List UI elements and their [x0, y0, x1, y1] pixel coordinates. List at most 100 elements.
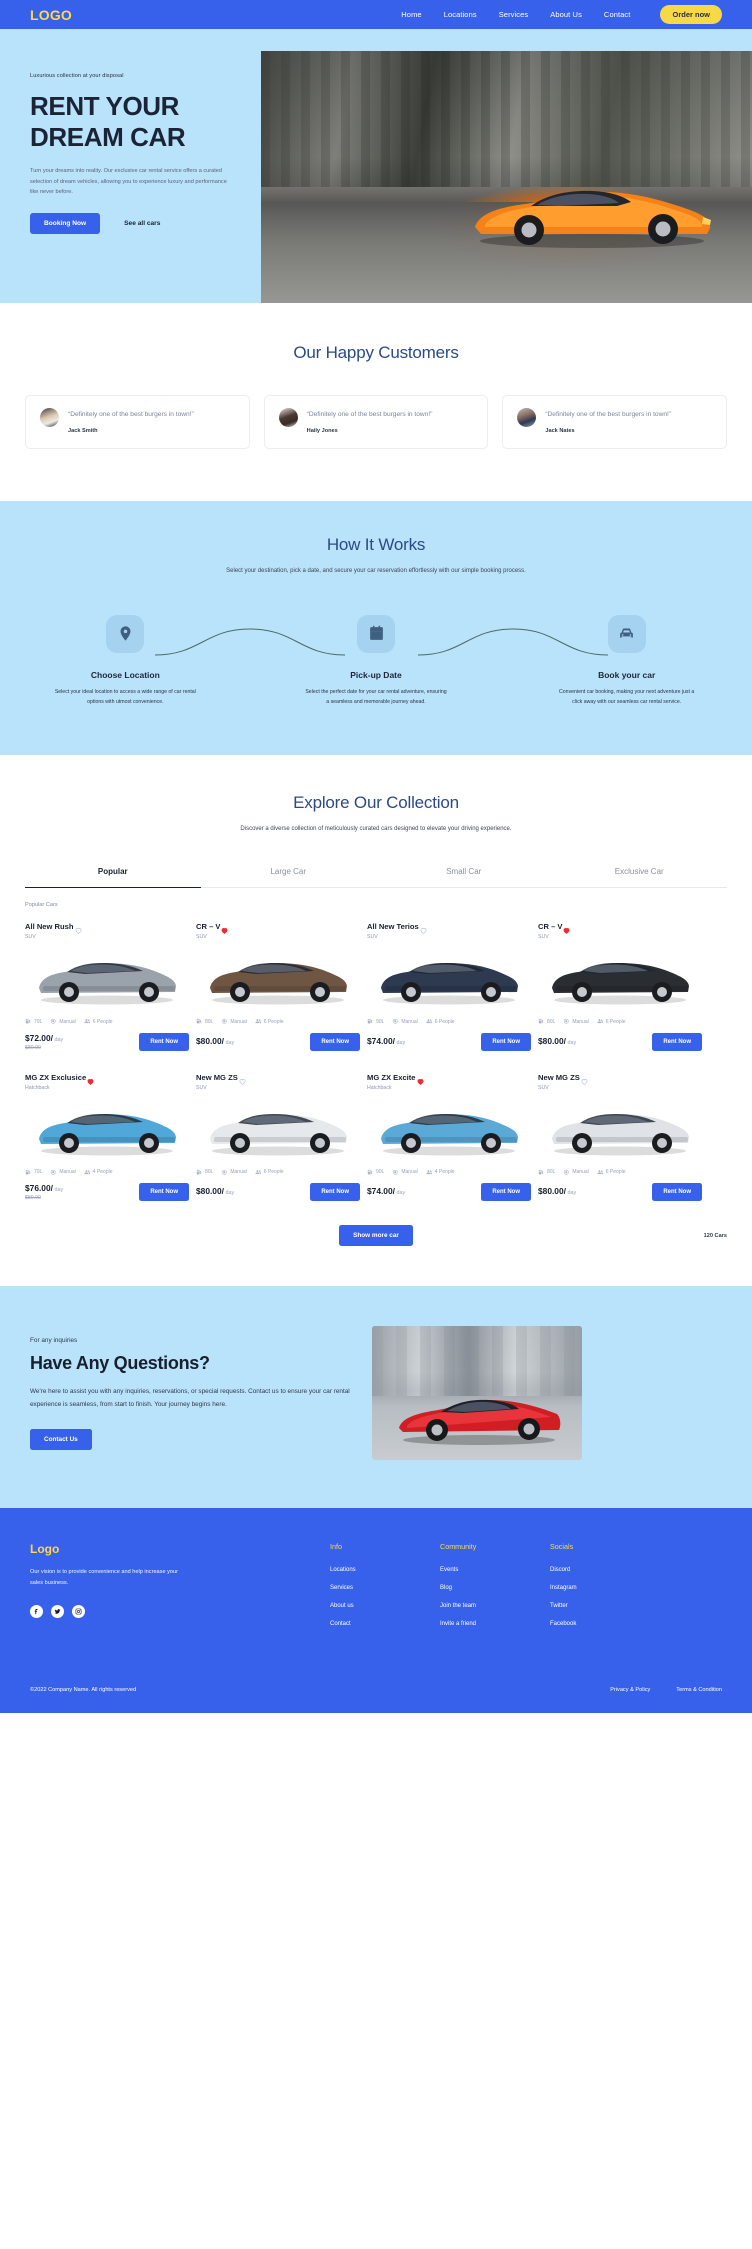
footer-column-title: Socials [550, 1542, 574, 1552]
nav-item-services[interactable]: Services [499, 10, 529, 19]
favorite-heart-icon[interactable] [74, 922, 83, 940]
footer-vision: Our vision is to provide convenience and… [30, 1569, 179, 1587]
footer-link-services[interactable]: Services [330, 1585, 440, 1591]
car-grid: All New Rush SUV 70L Manual 6 People $72.00/ … [0, 908, 752, 1209]
favorite-heart-icon[interactable] [238, 1073, 247, 1091]
favorite-heart-icon[interactable] [419, 922, 428, 940]
car-name-block: MG ZX Exclusice Hatchback [25, 1073, 86, 1091]
twitter-icon[interactable] [51, 1605, 64, 1619]
hero-sports-car-illustration [475, 190, 712, 248]
car-name-block: All New Terios SUV [367, 922, 419, 940]
tab-popular[interactable]: Popular [25, 867, 201, 889]
car-card: CR – V SUV 80L Manual 6 People $80.00/ day Ren… [538, 908, 702, 1059]
order-now-button[interactable]: Order now [660, 5, 722, 24]
car-type: SUV [367, 934, 378, 941]
booking-now-button[interactable]: Booking Now [30, 213, 101, 235]
car-price-row: $80.00/ day Rent Now [196, 1032, 360, 1051]
footer-link-locations[interactable]: Locations [330, 1567, 440, 1573]
spec-transmission: Manual [221, 1018, 247, 1025]
spec-transmission: Manual [563, 1169, 589, 1176]
see-all-cars-button[interactable]: See all cars [124, 220, 160, 227]
spec-fuel: 70L [25, 1169, 42, 1176]
questions-description: We're here to assist you with any inquir… [30, 1387, 350, 1408]
rent-now-button[interactable]: Rent Now [310, 1032, 360, 1051]
footer-link-about-us[interactable]: About us [330, 1603, 440, 1609]
favorite-heart-icon[interactable] [416, 1073, 425, 1091]
footer-link-instagram[interactable]: Instagram [550, 1585, 660, 1591]
rent-now-button[interactable]: Rent Now [652, 1183, 702, 1202]
car-type: SUV [196, 934, 207, 941]
rent-now-button[interactable]: Rent Now [481, 1032, 531, 1051]
car-card-header: New MG ZS SUV [538, 1073, 702, 1091]
nav-item-locations[interactable]: Locations [444, 10, 477, 19]
terms-condition-link[interactable]: Terms & Condition [676, 1687, 722, 1693]
privacy-policy-link[interactable]: Privacy & Policy [610, 1687, 650, 1693]
tab-small-car[interactable]: Small Car [376, 867, 552, 887]
hero-content: Luxurious collection at your disposal RE… [0, 29, 261, 303]
car-card-header: MG ZX Excite Hatchback [367, 1073, 531, 1091]
spec-transmission-value: Manual [230, 1018, 247, 1025]
spec-fuel-value: 80L [547, 1169, 556, 1175]
footer-logo[interactable]: Logo [30, 1542, 330, 1556]
legal-links: Privacy & Policy Terms & Condition [610, 1687, 722, 1693]
footer-link-blog[interactable]: Blog [440, 1585, 550, 1591]
car-card: New MG ZS SUV 80L Manual 6 People $80.00/ day… [196, 1059, 360, 1210]
spec-capacity: 6 People [597, 1018, 626, 1025]
nav-item-home[interactable]: Home [401, 10, 421, 19]
spec-capacity-value: 4 People [92, 1169, 113, 1175]
nav-item-contact[interactable]: Contact [604, 10, 631, 19]
hero-title: RENT YOUR DREAM CAR [30, 91, 261, 152]
footer-link-facebook[interactable]: Facebook [550, 1621, 660, 1627]
testimonial-author: Haily Jones [306, 427, 338, 434]
rent-now-button[interactable]: Rent Now [139, 1032, 189, 1051]
spec-capacity-value: 6 People [434, 1018, 455, 1025]
spec-transmission: Manual [392, 1169, 418, 1176]
favorite-heart-icon[interactable] [86, 1073, 95, 1091]
facebook-icon[interactable] [30, 1605, 43, 1619]
calendar-icon [357, 614, 395, 653]
tab-large-car[interactable]: Large Car [201, 867, 377, 887]
testimonial-author: Jack Smith [68, 427, 98, 434]
show-more-car-button[interactable]: Show more car [339, 1225, 413, 1247]
spec-fuel: 80L [538, 1169, 555, 1176]
favorite-heart-icon[interactable] [220, 922, 229, 940]
collection-title: Explore Our Collection [293, 793, 459, 813]
car-specs: 80L Manual 6 People [538, 1016, 702, 1025]
spec-capacity: 6 People [84, 1018, 113, 1025]
car-photo [25, 952, 189, 1008]
favorite-heart-icon[interactable] [562, 922, 571, 940]
nav-item-about-us[interactable]: About Us [550, 10, 582, 19]
car-name: CR – V [538, 922, 563, 932]
instagram-icon[interactable] [72, 1605, 85, 1619]
car-price-block: $76.00/ day $80.00 [25, 1183, 63, 1201]
red-sports-car-illustration [399, 1399, 561, 1445]
tab-exclusive-car[interactable]: Exclusive Car [552, 867, 728, 887]
rent-now-button[interactable]: Rent Now [652, 1032, 702, 1051]
footer-link-invite-a-friend[interactable]: Invite a friend [440, 1621, 550, 1627]
site-logo[interactable]: LOGO [30, 7, 72, 23]
contact-us-button[interactable]: Contact Us [30, 1428, 92, 1450]
spec-transmission-value: Manual [401, 1169, 418, 1175]
favorite-heart-icon[interactable] [580, 1073, 589, 1091]
car-price: $74.00/ day [367, 1035, 406, 1046]
footer-link-twitter[interactable]: Twitter [550, 1603, 660, 1609]
car-photo [25, 1103, 189, 1159]
rent-now-button[interactable]: Rent Now [310, 1183, 360, 1202]
car-price-row: $74.00/ day Rent Now [367, 1032, 531, 1051]
footer-link-contact[interactable]: Contact [330, 1621, 440, 1627]
car-card-header: CR – V SUV [196, 922, 360, 940]
car-card-header: All New Terios SUV [367, 922, 531, 940]
footer-link-events[interactable]: Events [440, 1567, 550, 1573]
footer-link-join-the-team[interactable]: Join the team [440, 1603, 550, 1609]
car-photo [367, 952, 531, 1008]
car-icon [607, 614, 646, 653]
footer-link-discord[interactable]: Discord [550, 1567, 660, 1573]
rent-now-button[interactable]: Rent Now [481, 1183, 531, 1202]
car-price-row: $76.00/ day $80.00 Rent Now [25, 1183, 189, 1202]
footer-column-community: Community Events Blog Join the team Invi… [440, 1542, 550, 1639]
testimonials-title: Our Happy Customers [293, 343, 459, 362]
car-price: $80.00/ day [196, 1035, 235, 1046]
rent-now-button[interactable]: Rent Now [139, 1183, 189, 1202]
car-specs: 70L Manual 6 People [25, 1016, 189, 1025]
cars-count: 120 Cars [703, 1232, 727, 1239]
